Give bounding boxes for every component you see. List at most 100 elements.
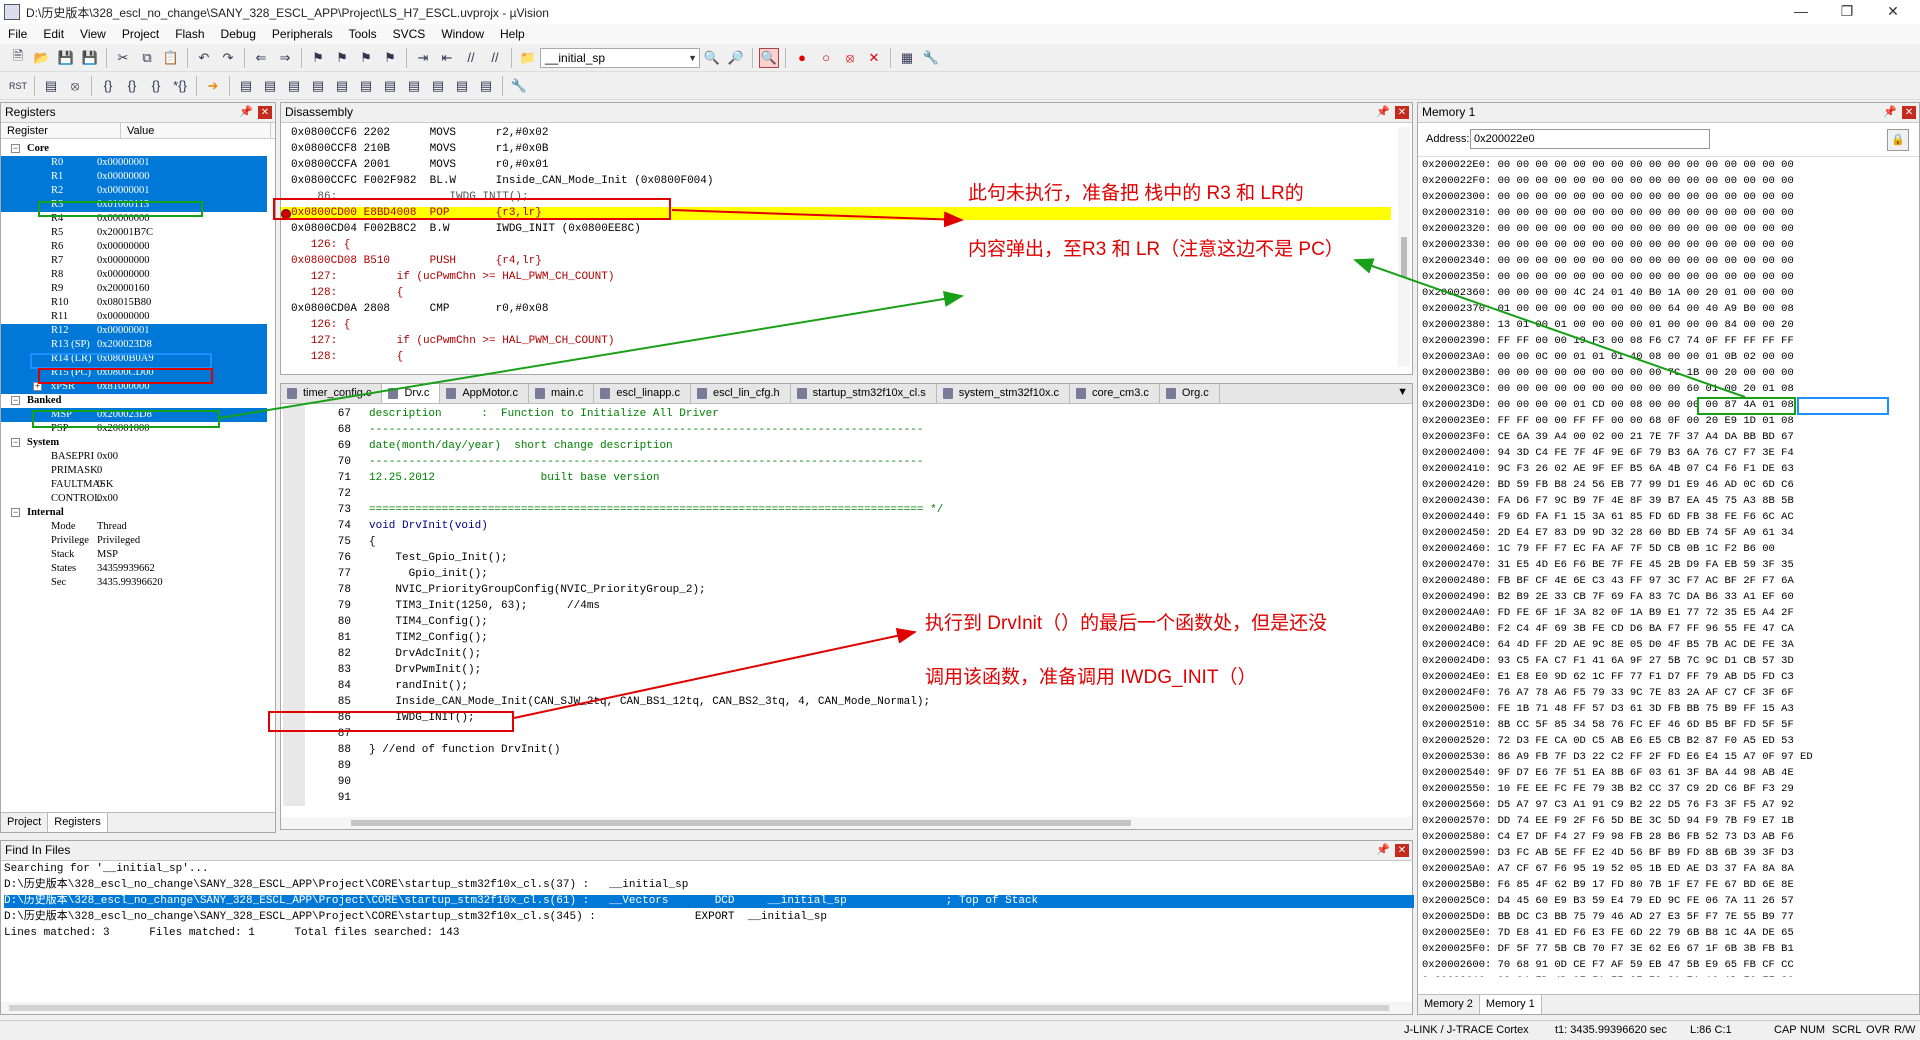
next-bookmark-icon[interactable]: ⚑ xyxy=(356,48,376,68)
register-row[interactable]: CONTROL 0x00 xyxy=(1,492,275,506)
open-file-icon[interactable]: 📂 xyxy=(32,48,52,68)
code-line[interactable]: 76 Test_Gpio_Init(); xyxy=(307,552,1217,565)
register-value[interactable]: 0x00 xyxy=(97,450,267,464)
editor-tab[interactable]: AppMotor.c xyxy=(440,384,529,403)
close-icon[interactable]: ✕ xyxy=(1395,106,1409,119)
close-icon[interactable]: ✕ xyxy=(1395,844,1409,857)
pin-icon[interactable]: 📌 xyxy=(1376,103,1390,122)
kill-breakpoints-icon[interactable]: ✕ xyxy=(864,48,884,68)
menu-file[interactable]: File xyxy=(0,27,35,41)
memory-row[interactable]: 0x20002390: FF FF 00 00 19 F3 00 08 F6 C… xyxy=(1422,335,1794,348)
bookmark-icon[interactable]: ⚑ xyxy=(308,48,328,68)
register-row[interactable]: States 34359939662 xyxy=(1,562,275,576)
menu-debug[interactable]: Debug xyxy=(213,27,264,41)
disassembly-line[interactable]: 0x0800CD08 B510 PUSH {r4,lr} xyxy=(291,255,542,268)
uncomment-icon[interactable]: // xyxy=(485,48,505,68)
redo-icon[interactable]: ↷ xyxy=(218,48,238,68)
memory-row[interactable]: 0x20002420: BD 59 FB B8 24 56 EB 77 99 D… xyxy=(1422,479,1794,492)
find-result-line[interactable]: D:\历史版本\328_escl_no_change\SANY_328_ESCL… xyxy=(4,911,827,924)
disassembly-line[interactable]: 127: if (ucPwmChn >= HAL_PWM_CH_COUNT) xyxy=(291,271,615,284)
memory-row[interactable]: 0x20002530: 86 A9 FB 7F D3 22 C2 FF 2F F… xyxy=(1422,751,1813,764)
copy-icon[interactable]: ⧉ xyxy=(137,48,157,68)
memory-row[interactable]: 0x200022F0: 00 00 00 00 00 00 00 00 00 0… xyxy=(1422,175,1794,188)
register-value[interactable]: 0x20001B7C xyxy=(97,226,267,240)
code-line[interactable]: 78 NVIC_PriorityGroupConfig(NVIC_Priorit… xyxy=(307,584,1217,597)
analysis-window-icon[interactable]: ▤ xyxy=(428,76,448,96)
code-line[interactable]: 68 --------------------------------------… xyxy=(307,424,1217,437)
code-line[interactable]: 75 { xyxy=(307,536,1217,549)
menu-peripherals[interactable]: Peripherals xyxy=(264,27,341,41)
run-icon[interactable]: ▤ xyxy=(41,76,61,96)
menu-svcs[interactable]: SVCS xyxy=(385,27,434,41)
memory-row[interactable]: 0x200024B0: F2 C4 4F 69 3B FE CD D6 BA F… xyxy=(1422,623,1794,636)
code-line[interactable]: 85 Inside_CAN_Mode_Init(CAN_SJW_2tq, CAN… xyxy=(307,696,1217,709)
memory-row[interactable]: 0x20002330: 00 00 00 00 00 00 00 00 00 0… xyxy=(1422,239,1794,252)
register-value[interactable]: 0 xyxy=(97,464,267,478)
code-line[interactable]: 70 --------------------------------------… xyxy=(307,456,1217,469)
disassembly-window-icon[interactable]: ▤ xyxy=(260,76,280,96)
find-icon[interactable]: 🔍 xyxy=(702,48,722,68)
memory-row[interactable]: 0x200025F0: DF 5F 77 5B CB 70 F7 3E 62 E… xyxy=(1422,943,1794,956)
tab-memory2[interactable]: Memory 2 xyxy=(1418,995,1480,1014)
register-row[interactable]: R12 0x00000001 xyxy=(1,324,275,338)
register-row[interactable]: R0 0x00000001 xyxy=(1,156,275,170)
memory-row[interactable]: 0x20002520: 72 D3 FE CA 0D C5 AB E6 E5 C… xyxy=(1422,735,1794,748)
register-row[interactable]: R1 0x00000000 xyxy=(1,170,275,184)
menu-tools[interactable]: Tools xyxy=(341,27,385,41)
find-result-line[interactable]: Searching for '__initial_sp'... xyxy=(4,863,209,876)
register-value[interactable]: 0x00000000 xyxy=(97,268,267,282)
col-value[interactable]: Value xyxy=(121,123,271,138)
disassembly-line[interactable]: 128: { xyxy=(291,351,403,363)
memory-row[interactable]: 0x20002570: DD 74 EE F9 2F F6 5D BE 3C 5… xyxy=(1422,815,1794,828)
register-row[interactable]: Privilege Privileged xyxy=(1,534,275,548)
pin-icon[interactable]: 📌 xyxy=(1376,841,1390,860)
code-line[interactable]: 82 DrvAdcInit(); xyxy=(307,648,1217,661)
editor-tab[interactable]: escl_lin_cfg.h xyxy=(691,384,791,403)
cut-icon[interactable]: ✂ xyxy=(113,48,133,68)
save-all-icon[interactable]: 💾 xyxy=(80,48,100,68)
code-line[interactable]: 67 description : Function to Initialize A… xyxy=(307,408,1217,421)
memory-row[interactable]: 0x20002380: 13 01 00 01 00 00 00 00 01 0… xyxy=(1422,319,1794,332)
pin-icon[interactable]: 📌 xyxy=(239,103,253,122)
editor-tab[interactable]: Drv.c xyxy=(382,384,441,403)
disassembly-line[interactable]: 127: if (ucPwmChn >= HAL_PWM_CH_COUNT) xyxy=(291,335,615,348)
editor-tab[interactable]: main.c xyxy=(529,384,595,403)
memory-row[interactable]: 0x20002590: D3 FC AB 5E FF E2 4D 56 BF B… xyxy=(1422,847,1794,860)
memory-row[interactable]: 0x200024F0: 76 A7 78 A6 F5 79 33 9C 7E 8… xyxy=(1422,687,1794,700)
register-value[interactable]: 0x00000001 xyxy=(97,324,267,338)
serial-window-icon[interactable]: ▤ xyxy=(404,76,424,96)
tab-menu-icon[interactable]: ▼ xyxy=(1397,386,1408,398)
close-icon[interactable]: ✕ xyxy=(258,106,272,119)
memory-row[interactable]: 0x20002310: 00 00 00 00 00 00 00 00 00 0… xyxy=(1422,207,1794,220)
memory-row[interactable]: 0x200025C0: D4 45 60 E9 B3 59 E4 79 ED 9… xyxy=(1422,895,1794,908)
maximize-button[interactable]: ❐ xyxy=(1824,0,1870,24)
expand-icon[interactable]: − xyxy=(11,144,20,153)
breakpoint-gutter[interactable] xyxy=(283,406,305,806)
register-value[interactable]: 0x200023D8 xyxy=(97,338,267,352)
code-line[interactable]: 71 12.25.2012 built base version xyxy=(307,472,1217,485)
memory-row[interactable]: 0x200022E0: 00 00 00 00 00 00 00 00 00 0… xyxy=(1422,159,1794,172)
memory-row[interactable]: 0x200023C0: 00 00 00 00 00 00 00 00 00 0… xyxy=(1422,383,1794,396)
register-row[interactable]: R11 0x00000000 xyxy=(1,310,275,324)
expand-icon[interactable]: − xyxy=(11,508,20,517)
unindent-icon[interactable]: ⇤ xyxy=(437,48,457,68)
debug-session-icon[interactable]: 🔍 xyxy=(759,47,779,68)
register-value[interactable]: 0x00000000 xyxy=(97,240,267,254)
comment-icon[interactable]: // xyxy=(461,48,481,68)
find-files-icon[interactable]: 📁 xyxy=(518,48,538,68)
register-row[interactable]: Internal − xyxy=(1,506,275,520)
memory-row[interactable]: 0x200023F0: CE 6A 39 A4 00 02 00 21 7E 7… xyxy=(1422,431,1794,444)
register-value[interactable]: 0x00000000 xyxy=(97,310,267,324)
expand-icon[interactable]: − xyxy=(11,396,20,405)
find-hscrollbar[interactable] xyxy=(1,1002,1412,1014)
col-register[interactable]: Register xyxy=(1,123,121,138)
incremental-find-icon[interactable]: 🔎 xyxy=(726,48,746,68)
register-row[interactable]: R2 0x00000001 xyxy=(1,184,275,198)
register-row[interactable]: FAULTMASK 0 xyxy=(1,478,275,492)
register-row[interactable]: Sec 3435.99396620 xyxy=(1,576,275,590)
editor-tab[interactable]: timer_config.c xyxy=(281,384,383,403)
command-window-icon[interactable]: ▤ xyxy=(236,76,256,96)
register-row[interactable]: R6 0x00000000 xyxy=(1,240,275,254)
memory-row[interactable]: 0x20002580: C4 E7 DF F4 27 F9 98 FB 28 B… xyxy=(1422,831,1794,844)
memory-row[interactable]: 0x200024C0: 64 4D FF 2D AE 9C 8E 05 D0 4… xyxy=(1422,639,1794,652)
